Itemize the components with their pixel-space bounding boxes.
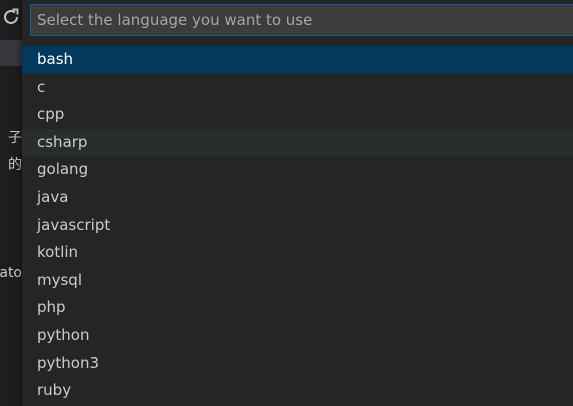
language-option-mysql[interactable]: mysql (22, 267, 573, 295)
language-option-php[interactable]: php (22, 294, 573, 322)
language-option-cpp[interactable]: cpp (22, 101, 573, 129)
language-option-javascript[interactable]: javascript (22, 212, 573, 240)
refresh-icon[interactable] (0, 6, 22, 28)
language-option-golang[interactable]: golang (22, 156, 573, 184)
language-option-python[interactable]: python (22, 322, 573, 350)
quick-pick-input-box (30, 4, 573, 36)
background-text: 子 (8, 130, 22, 146)
language-option-ruby[interactable]: ruby (22, 377, 573, 405)
language-option-java[interactable]: java (22, 184, 573, 212)
language-option-csharp[interactable]: csharp (22, 128, 573, 157)
language-option-python3[interactable]: python3 (22, 350, 573, 378)
language-option-c[interactable]: c (22, 74, 573, 102)
language-option-kotlin[interactable]: kotlin (22, 239, 573, 267)
background-text: ato (0, 265, 22, 281)
language-list: bash c cpp csharp golang java javascript kotlin… (22, 46, 573, 405)
sidebar-highlight (0, 40, 22, 66)
quick-pick-panel: bashccppcsharpgolangjavajavascriptkotlin… (22, 0, 573, 406)
background-text: 的 (8, 157, 22, 173)
language-search-input[interactable] (31, 5, 573, 35)
language-option-bash[interactable]: bash (22, 46, 573, 74)
